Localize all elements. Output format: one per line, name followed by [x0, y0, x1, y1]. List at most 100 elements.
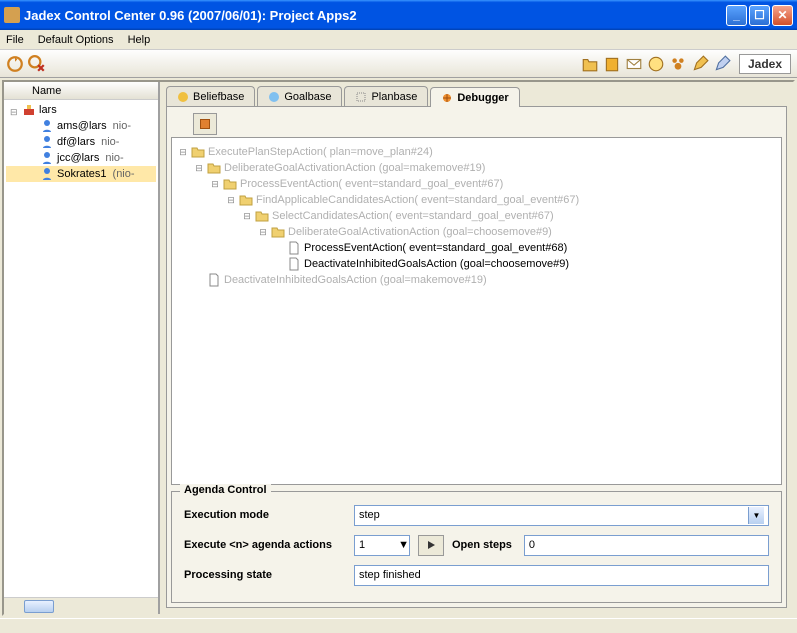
- agent-tree[interactable]: lars ams@larsnio-df@larsnio-jcc@larsnio-…: [4, 100, 158, 597]
- execution-tree[interactable]: ⊟ ExecutePlanStepAction( plan=move_plan#2…: [171, 137, 782, 485]
- agent-icon: [40, 167, 54, 181]
- expand-handle-icon[interactable]: ⊟: [258, 227, 268, 238]
- menubar: File Default Options Help: [0, 30, 797, 50]
- kill-icon[interactable]: [28, 55, 46, 73]
- agent-label: ams@lars: [57, 120, 107, 132]
- agent-label: df@lars: [57, 136, 95, 148]
- window-title: Jadex Control Center 0.96 (2007/06/01): …: [24, 8, 726, 23]
- processing-state-label: Processing state: [184, 569, 354, 581]
- edit-icon[interactable]: [691, 55, 709, 73]
- agent-label: Sokrates1: [57, 168, 107, 180]
- horizontal-scrollbar[interactable]: [4, 597, 158, 614]
- folder-icon: [271, 225, 285, 239]
- agent-tree-panel: Name lars ams@lars nio-df@lars nio-jcc@lar…: [4, 82, 160, 614]
- chevron-down-icon: ▼: [748, 507, 764, 524]
- tab-planbase[interactable]: Planbase: [344, 86, 428, 106]
- debugger-panel: ⊟ ExecutePlanStepAction( plan=move_plan#2…: [166, 106, 787, 608]
- agent-label: jcc@lars: [57, 152, 99, 164]
- tab-goalbase[interactable]: Goalbase: [257, 86, 342, 106]
- tree-agent-row[interactable]: jcc@lars nio-: [6, 150, 156, 166]
- folder-icon: [207, 161, 221, 175]
- agent-addr: nio-: [105, 152, 123, 164]
- exec-tree-row[interactable]: ⊟ ExecutePlanStepAction( plan=move_plan#2…: [178, 144, 775, 160]
- tab-bar: Beliefbase Goalbase Planbase Debugger: [160, 82, 793, 106]
- expand-handle-icon[interactable]: ⊟: [194, 163, 204, 174]
- exec-tree-row[interactable]: ⊟ SelectCandidatesAction( event=standard_…: [178, 208, 775, 224]
- app-icon: [4, 7, 20, 23]
- exec-tree-row[interactable]: ⊟ DeliberateGoalActivationAction (goal=ma…: [178, 160, 775, 176]
- tree-agent-row[interactable]: df@lars nio-: [6, 134, 156, 150]
- expand-handle-icon[interactable]: ⊟: [226, 195, 236, 206]
- exec-tree-label: DeliberateGoalActivationAction (goal=cho…: [288, 226, 552, 238]
- exec-tree-label: ProcessEventAction( event=standard_goal_…: [304, 242, 567, 254]
- agent-icon: [40, 119, 54, 133]
- exec-tree-row[interactable]: ⊟ DeliberateGoalActivationAction (goal=ch…: [178, 224, 775, 240]
- exec-n-label: Execute <n> agenda actions: [184, 539, 354, 551]
- chevron-down-icon: ▼: [398, 539, 409, 551]
- tree-root[interactable]: lars: [6, 102, 156, 118]
- minimize-button[interactable]: _: [726, 5, 747, 26]
- agent-addr: nio-: [113, 120, 131, 132]
- edit2-icon[interactable]: [713, 55, 731, 73]
- platform-icon: [22, 103, 36, 117]
- tab-debugger[interactable]: Debugger: [430, 87, 519, 107]
- folder-icon: [191, 145, 205, 159]
- tree-label: lars: [39, 104, 57, 116]
- paw-icon[interactable]: [669, 55, 687, 73]
- folder-icon: [239, 193, 253, 207]
- tree-agent-row[interactable]: ams@lars nio-: [6, 118, 156, 134]
- stop-icon: [200, 119, 210, 129]
- close-button[interactable]: ✕: [772, 5, 793, 26]
- agent-icon: [40, 151, 54, 165]
- exec-tree-label: ProcessEventAction( event=standard_goal_…: [240, 178, 503, 190]
- run-button[interactable]: [418, 535, 444, 556]
- processing-state-value: step finished: [354, 565, 769, 586]
- jadex-logo: Jadex: [739, 54, 791, 74]
- exec-tree-label: FindApplicableCandidatesAction( event=st…: [256, 194, 579, 206]
- expand-handle-icon[interactable]: ⊟: [242, 211, 252, 222]
- window-titlebar: Jadex Control Center 0.96 (2007/06/01): …: [0, 0, 797, 30]
- expand-handle-icon[interactable]: ⊟: [210, 179, 220, 190]
- maximize-button[interactable]: ☐: [749, 5, 770, 26]
- agent-addr: nio-: [101, 136, 119, 148]
- exec-tree-row[interactable]: DeactivateInhibitedGoalsAction (goal=mak…: [178, 272, 775, 288]
- expand-handle-icon[interactable]: ⊟: [178, 147, 188, 158]
- folder-icon[interactable]: [581, 55, 599, 73]
- folder-icon: [223, 177, 237, 191]
- agent-icon: [40, 135, 54, 149]
- exec-tree-row[interactable]: DeactivateInhibitedGoalsAction (goal=cho…: [178, 256, 775, 272]
- exec-tree-label: SelectCandidatesAction( event=standard_g…: [272, 210, 554, 222]
- agent-addr: (nio-: [113, 168, 135, 180]
- exec-tree-row[interactable]: ⊟ ProcessEventAction( event=standard_goal…: [178, 176, 775, 192]
- menu-file[interactable]: File: [6, 34, 24, 46]
- stop-button[interactable]: [193, 113, 217, 135]
- exec-tree-row[interactable]: ⊟ FindApplicableCandidatesAction( event=s…: [178, 192, 775, 208]
- toolbar: Jadex: [0, 50, 797, 78]
- tree-agent-row[interactable]: Sokrates1 (nio-: [6, 166, 156, 182]
- open-steps-label: Open steps: [452, 539, 512, 551]
- folder-icon: [255, 209, 269, 223]
- exec-tree-label: DeliberateGoalActivationAction (goal=mak…: [224, 162, 485, 174]
- globe-icon[interactable]: [647, 55, 665, 73]
- exec-tree-label: ExecutePlanStepAction( plan=move_plan#24…: [208, 146, 433, 158]
- tab-beliefbase[interactable]: Beliefbase: [166, 86, 255, 106]
- file-icon: [287, 241, 301, 255]
- exec-tree-label: DeactivateInhibitedGoalsAction (goal=mak…: [224, 274, 487, 286]
- exec-mode-label: Execution mode: [184, 509, 354, 521]
- mail-icon[interactable]: [625, 55, 643, 73]
- refresh-icon[interactable]: [6, 55, 24, 73]
- column-header-name[interactable]: Name: [4, 82, 158, 100]
- expand-handle-icon[interactable]: [10, 106, 19, 115]
- open-steps-value: 0: [524, 535, 769, 556]
- exec-tree-row[interactable]: ProcessEventAction( event=standard_goal_…: [178, 240, 775, 256]
- file-icon: [207, 273, 221, 287]
- menu-help[interactable]: Help: [128, 34, 151, 46]
- file-icon: [287, 257, 301, 271]
- agenda-control-panel: Agenda Control Execution mode step ▼ Exe…: [171, 491, 782, 603]
- agenda-title: Agenda Control: [180, 484, 271, 496]
- exec-tree-label: DeactivateInhibitedGoalsAction (goal=cho…: [304, 258, 569, 270]
- exec-mode-select[interactable]: step ▼: [354, 505, 769, 526]
- book-icon[interactable]: [603, 55, 621, 73]
- exec-n-spinner[interactable]: 1 ▼: [354, 535, 410, 556]
- menu-default-options[interactable]: Default Options: [38, 34, 114, 46]
